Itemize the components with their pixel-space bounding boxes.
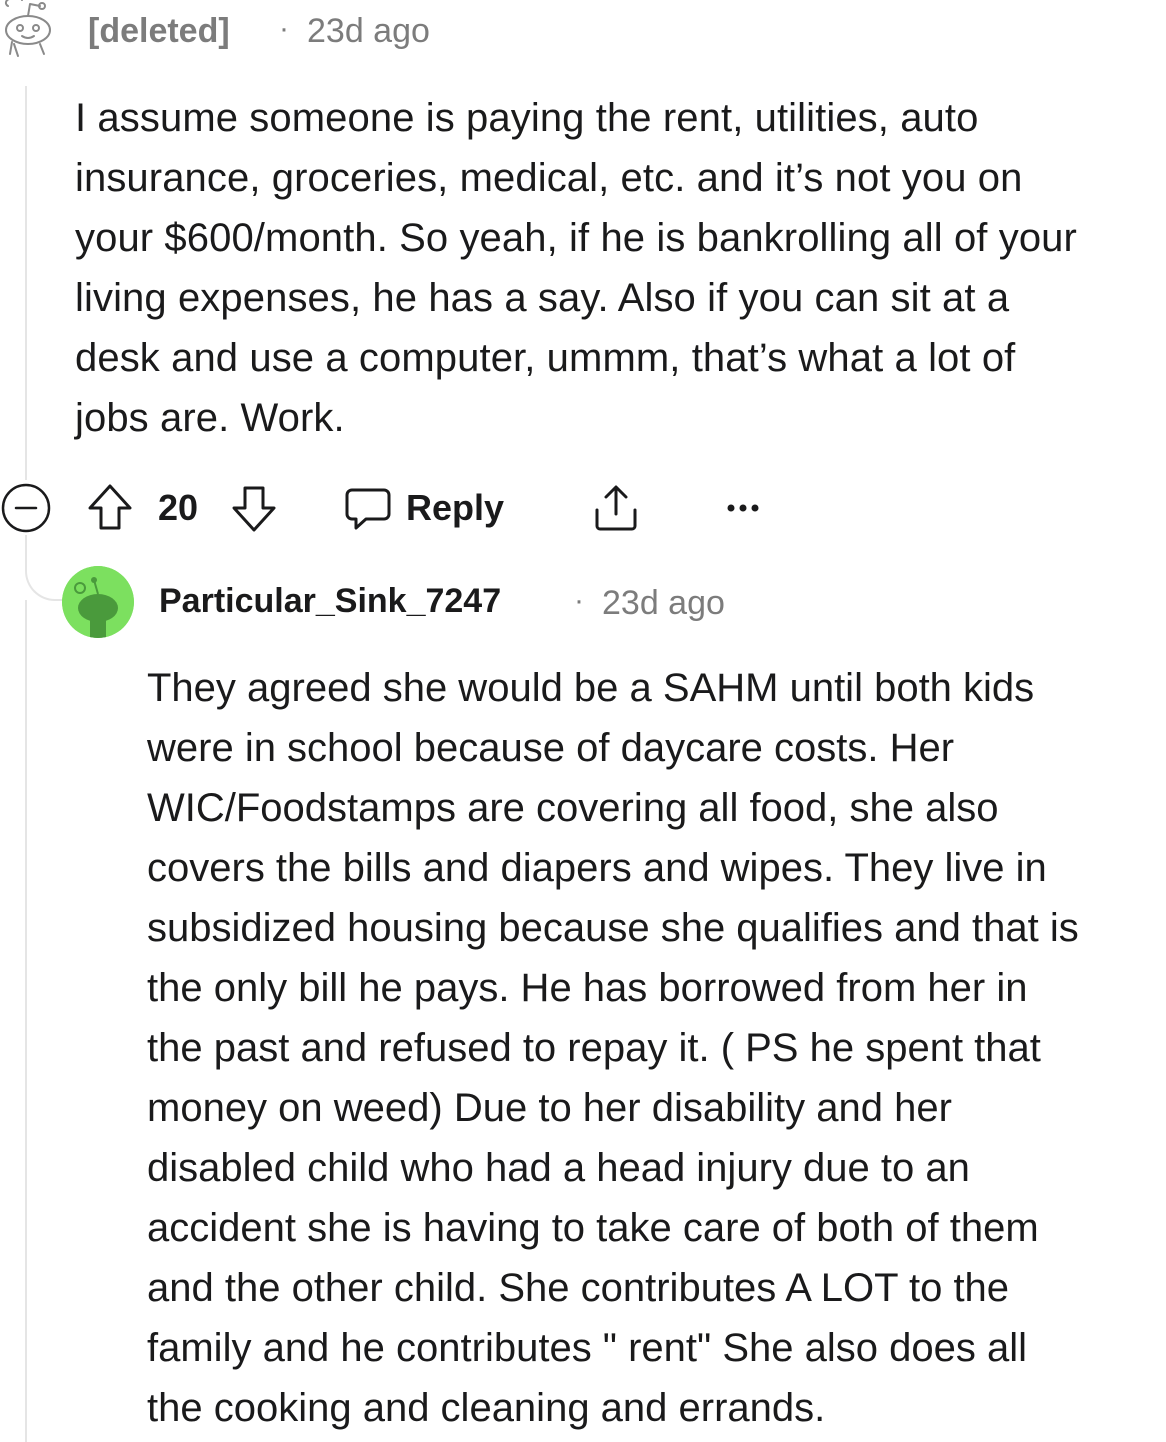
deleted-user-avatar-icon — [4, 0, 51, 57]
comment-body-line: the only bill he pays. He has borrowed f… — [147, 966, 1028, 1010]
comment-body-line: I assume someone is paying the rent, uti… — [75, 96, 979, 140]
comment-body-line: They agreed she would be a SAHM until bo… — [147, 666, 1035, 710]
comment-body-line: covers the bills and diapers and wipes. … — [147, 846, 1047, 890]
comment-body-line: jobs are. Work. — [75, 396, 345, 440]
share-button[interactable] — [592, 478, 640, 538]
comment-body-line: were in school because of daycare costs.… — [147, 726, 955, 770]
thread-line-continuation — [25, 600, 27, 1442]
comment-author[interactable]: Particular_Sink_7247 — [159, 582, 501, 621]
comment-body-line: the cooking and cleaning and errands. — [147, 1386, 826, 1430]
more-options-button[interactable] — [726, 478, 760, 538]
comment-body-line: accident she is having to take care of b… — [147, 1206, 1039, 1250]
speech-bubble-icon — [345, 488, 391, 530]
comment-author[interactable]: [deleted] — [88, 12, 230, 51]
meta-separator: · — [279, 12, 289, 45]
comment-body: I assume someone is paying the rent, uti… — [75, 88, 1165, 448]
user-avatar[interactable] — [62, 566, 134, 638]
comment-body-line: and the other child. She contributes A L… — [147, 1266, 1010, 1310]
downvote-arrow-icon — [232, 486, 276, 532]
reply-label: Reply — [406, 487, 505, 528]
downvote-button[interactable] — [230, 478, 278, 538]
comment-body-line: WIC/Foodstamps are covering all food, sh… — [147, 786, 999, 830]
collapse-minus-icon — [1, 483, 51, 533]
comment-body-line: living expenses, he has a say. Also if y… — [75, 276, 1010, 320]
comment-body-line: money on weed) Due to her disability and… — [147, 1086, 952, 1130]
snoo-avatar-icon — [62, 566, 134, 638]
comment-body-line: insurance, groceries, medical, etc. and … — [75, 156, 1023, 200]
collapse-button[interactable] — [0, 478, 52, 538]
comment-action-bar: 20 Reply — [0, 478, 1166, 538]
reply-thread-connector — [25, 535, 65, 601]
comment-body-line: family and he contributes " rent" She al… — [147, 1326, 1027, 1370]
comment-body-line: your $600/month. So yeah, if he is bankr… — [75, 216, 1077, 260]
comment-timestamp: 23d ago — [307, 12, 430, 50]
vote-count: 20 — [158, 478, 198, 538]
more-dots-icon — [727, 504, 759, 512]
meta-separator: · — [574, 584, 584, 617]
comment-body-line: subsidized housing because she qualifies… — [147, 906, 1079, 950]
upvote-button[interactable] — [86, 478, 134, 538]
vote-count-text: 20 — [158, 487, 199, 528]
upvote-arrow-icon — [88, 484, 132, 530]
comment-body-line: desk and use a computer, ummm, that’s wh… — [75, 336, 1016, 380]
comment-timestamp: 23d ago — [602, 584, 725, 622]
comment-body-line: the past and refused to repay it. ( PS h… — [147, 1026, 1041, 1070]
reply-button[interactable]: Reply — [344, 478, 504, 538]
comment-body: They agreed she would be a SAHM until bo… — [147, 658, 1166, 1438]
comment-body-line: disabled child who had a head injury due… — [147, 1146, 970, 1190]
thread-line — [25, 86, 27, 480]
share-upload-icon — [595, 485, 637, 531]
